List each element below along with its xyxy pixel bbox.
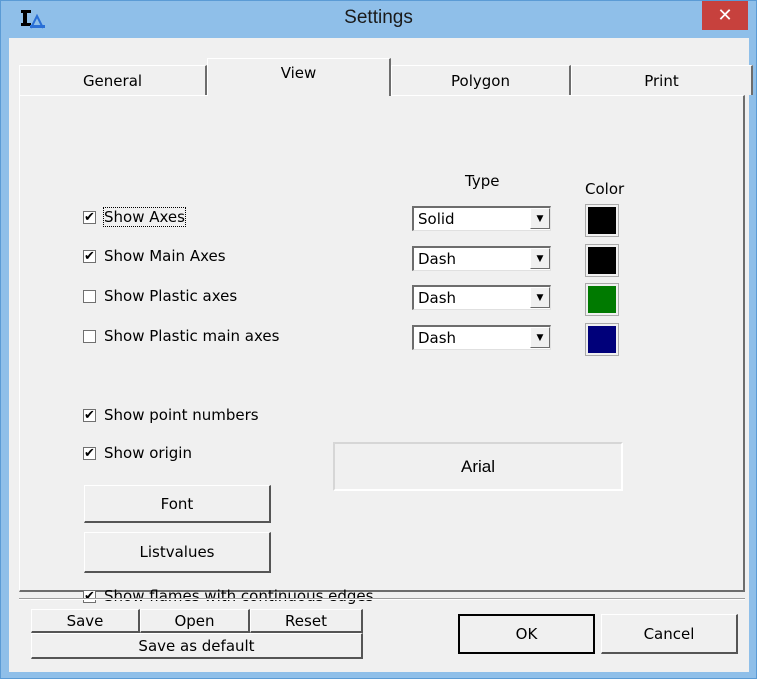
tab-label: General bbox=[82, 71, 143, 90]
settings-window: Settings ✕ General View Polygon Print Ty… bbox=[0, 0, 757, 679]
select-value: Solid bbox=[418, 210, 455, 228]
tab-label: View bbox=[280, 64, 317, 82]
color-fill bbox=[588, 247, 616, 274]
check-icon: ✔ bbox=[84, 588, 95, 604]
listvalues-button[interactable]: Listvalues bbox=[84, 532, 271, 573]
checkbox-box bbox=[83, 289, 96, 303]
show-origin-checkbox[interactable]: ✔ Show origin bbox=[83, 444, 192, 462]
dropdown-arrow-icon[interactable]: ▼ bbox=[530, 248, 550, 269]
tab-print[interactable]: Print bbox=[571, 65, 753, 95]
show-plastic-axes-color-swatch[interactable] bbox=[585, 283, 619, 316]
check-icon: ✔ bbox=[84, 248, 95, 264]
show-plastic-main-axes-color-swatch[interactable] bbox=[585, 323, 619, 356]
select-value: Dash bbox=[418, 289, 457, 307]
window-title: Settings bbox=[344, 7, 413, 28]
show-point-numbers-checkbox[interactable]: ✔ Show point numbers bbox=[83, 406, 259, 424]
checkbox-label: Show Axes bbox=[103, 207, 186, 227]
checkbox-label: Show point numbers bbox=[104, 406, 259, 424]
show-plastic-main-axes-checkbox[interactable]: Show Plastic main axes bbox=[83, 327, 279, 345]
dropdown-arrow-icon[interactable]: ▼ bbox=[530, 208, 550, 229]
tab-label: Print bbox=[644, 71, 679, 90]
button-label: Open bbox=[174, 611, 215, 630]
checkbox-box bbox=[83, 329, 96, 343]
select-value: Dash bbox=[418, 250, 457, 268]
tab-label: Polygon bbox=[451, 71, 510, 90]
button-label: Listvalues bbox=[139, 543, 215, 561]
checkbox-label: Show Main Axes bbox=[104, 247, 226, 265]
checkbox-box: ✔ bbox=[83, 408, 96, 423]
close-button[interactable]: ✕ bbox=[702, 1, 748, 30]
save-as-default-button[interactable]: Save as default bbox=[31, 633, 363, 659]
checkbox-box: ✔ bbox=[83, 249, 96, 264]
show-axes-type-select[interactable]: Solid ▼ bbox=[412, 206, 551, 231]
show-plastic-axes-checkbox[interactable]: Show Plastic axes bbox=[83, 287, 237, 305]
show-main-axes-color-swatch[interactable] bbox=[585, 244, 619, 277]
checkbox-label: Show origin bbox=[104, 444, 192, 462]
show-main-axes-checkbox[interactable]: ✔ Show Main Axes bbox=[83, 247, 226, 265]
checkbox-label: Show flames with continuous edges bbox=[104, 587, 374, 605]
separator bbox=[19, 598, 745, 600]
font-preview: Arial bbox=[333, 442, 623, 491]
button-label: Cancel bbox=[643, 624, 695, 643]
show-axes-checkbox[interactable]: ✔ Show Axes bbox=[83, 207, 186, 227]
button-label: OK bbox=[515, 625, 538, 643]
show-plastic-main-axes-type-select[interactable]: Dash ▼ bbox=[412, 325, 551, 350]
color-fill bbox=[588, 286, 616, 313]
ok-button[interactable]: OK bbox=[458, 614, 595, 654]
checkbox-label: Show Plastic main axes bbox=[104, 327, 280, 345]
checkbox-box: ✔ bbox=[83, 589, 96, 604]
color-column-header: Color bbox=[585, 180, 625, 198]
color-fill bbox=[588, 207, 616, 234]
check-icon: ✔ bbox=[84, 209, 95, 225]
select-value: Dash bbox=[418, 329, 457, 347]
tab-view[interactable]: View bbox=[207, 58, 391, 96]
tab-polygon[interactable]: Polygon bbox=[391, 65, 571, 95]
cancel-button[interactable]: Cancel bbox=[601, 614, 738, 654]
dropdown-arrow-icon[interactable]: ▼ bbox=[530, 287, 550, 308]
button-label: Save bbox=[66, 611, 104, 630]
show-flames-checkbox[interactable]: ✔ Show flames with continuous edges bbox=[83, 587, 373, 605]
reset-button[interactable]: Reset bbox=[250, 609, 363, 633]
check-icon: ✔ bbox=[84, 445, 95, 461]
color-fill bbox=[588, 326, 616, 353]
open-button[interactable]: Open bbox=[140, 609, 250, 633]
view-tab-panel: Type Color ✔ Show Axes Solid ▼ ✔ Show Ma… bbox=[19, 95, 745, 605]
save-button[interactable]: Save bbox=[31, 609, 140, 633]
show-main-axes-type-select[interactable]: Dash ▼ bbox=[412, 246, 551, 271]
checkbox-box: ✔ bbox=[83, 210, 96, 225]
button-label: Save as default bbox=[138, 636, 255, 655]
close-icon: ✕ bbox=[717, 5, 733, 26]
show-axes-color-swatch[interactable] bbox=[585, 204, 619, 237]
check-icon: ✔ bbox=[84, 407, 95, 423]
title-bar[interactable]: Settings ✕ bbox=[1, 1, 756, 37]
font-button[interactable]: Font bbox=[84, 485, 271, 523]
dropdown-arrow-icon[interactable]: ▼ bbox=[530, 327, 550, 348]
button-label: Font bbox=[160, 494, 194, 513]
dialog-body: General View Polygon Print Type Color ✔ … bbox=[9, 38, 753, 672]
button-label: Reset bbox=[285, 611, 327, 630]
checkbox-label: Show Plastic axes bbox=[104, 287, 238, 305]
type-column-header: Type bbox=[465, 172, 500, 190]
checkbox-box: ✔ bbox=[83, 446, 96, 461]
tab-general[interactable]: General bbox=[19, 65, 207, 95]
show-plastic-axes-type-select[interactable]: Dash ▼ bbox=[412, 285, 551, 310]
